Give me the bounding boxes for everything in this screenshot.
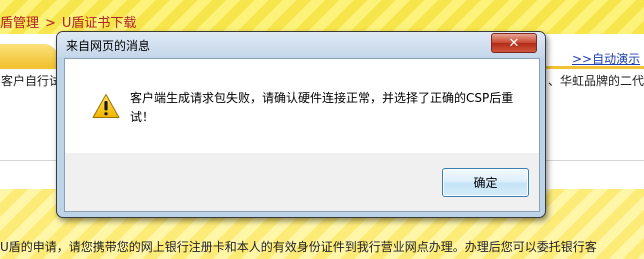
- warning-icon: [92, 94, 120, 118]
- dialog-message: 客户端生成请求包失败，请确认硬件连接正常，并选择了正确的CSP后重试！: [130, 91, 514, 124]
- page-text-right: 、华虹品牌的二代: [548, 74, 644, 88]
- breadcrumb: 盾管理 > U盾证书下载: [0, 12, 136, 31]
- close-icon: ✕: [508, 35, 520, 51]
- page-footer-text: U盾的申请，请您携带您的网上银行注册卡和本人的有效身份证件到我行营业网点办理。办…: [0, 240, 597, 254]
- breadcrumb-current[interactable]: U盾证书下载: [62, 16, 137, 31]
- auto-demo-link[interactable]: >>自动演示: [572, 50, 640, 67]
- page-text-left: 客户自行试: [1, 74, 62, 88]
- dialog-titlebar[interactable]: 来自网页的消息 ✕: [57, 32, 545, 57]
- dialog-title: 来自网页的消息: [66, 39, 151, 53]
- page-tab[interactable]: [0, 44, 58, 66]
- breadcrumb-section[interactable]: 盾管理: [0, 16, 39, 31]
- dialog-body: 客户端生成请求包失败，请确认硬件连接正常，并选择了正确的CSP后重试！ 确定: [64, 58, 540, 212]
- dialog-message-area: 客户端生成请求包失败，请确认硬件连接正常，并选择了正确的CSP后重试！: [65, 59, 539, 153]
- breadcrumb-separator: >: [45, 16, 56, 31]
- ok-button[interactable]: 确定: [442, 168, 529, 197]
- close-button[interactable]: ✕: [491, 33, 537, 53]
- browser-page: 盾管理 > U盾证书下载 >>自动演示 客户自行试 、华虹品牌的二代 U盾的申请，请…: [0, 0, 644, 259]
- alert-dialog: 来自网页的消息 ✕ 客户端生成请求包失败，请确认硬件连接正常，并选择了正确的CS…: [56, 31, 546, 218]
